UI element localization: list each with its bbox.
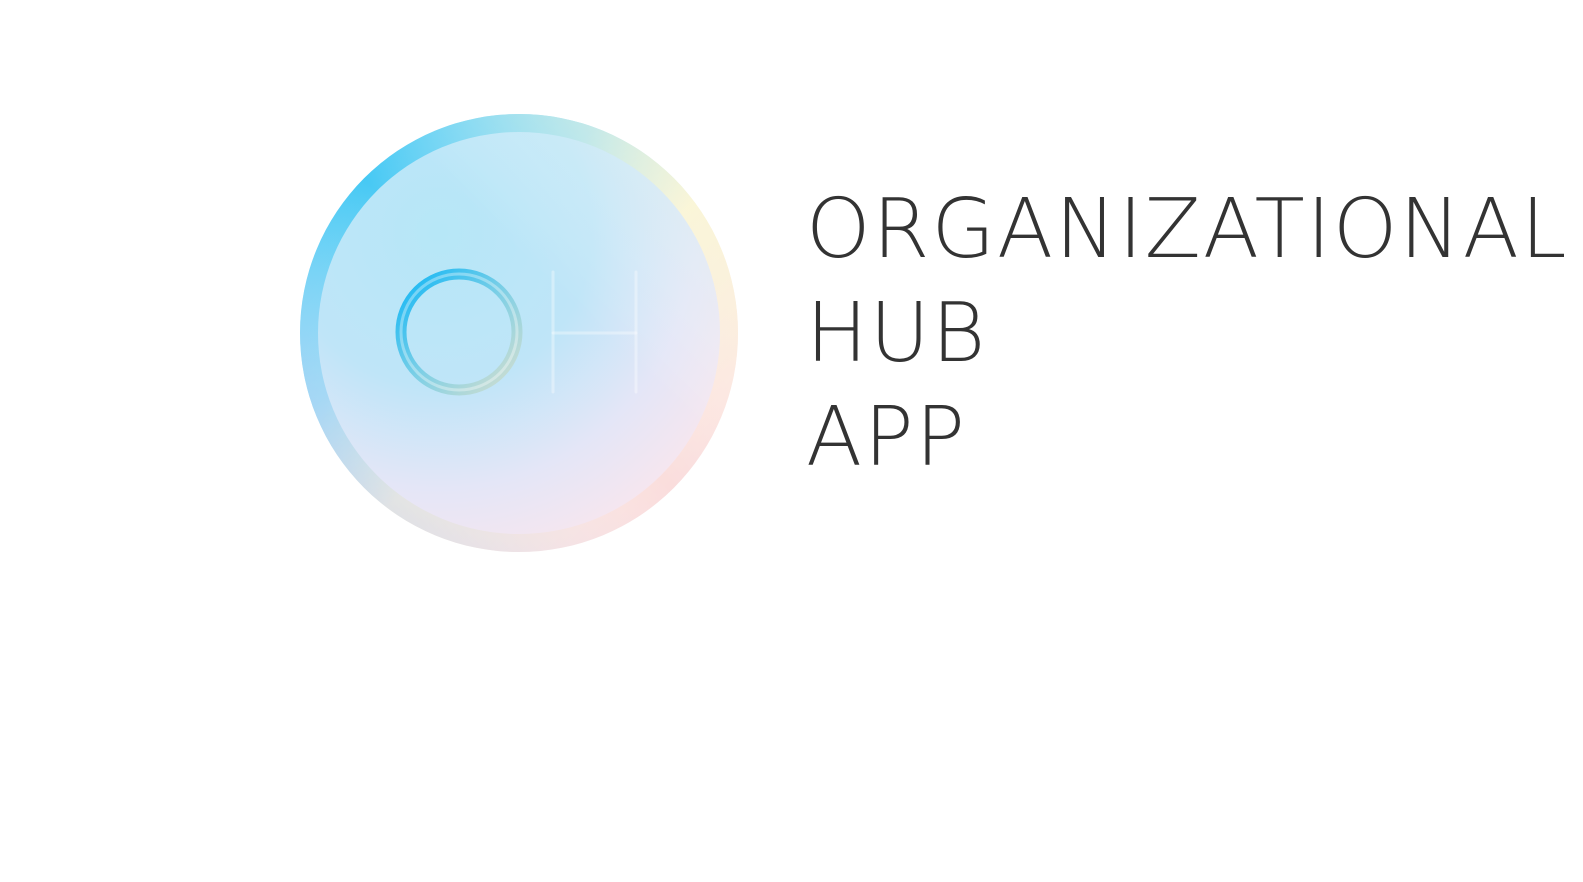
wordmark-line-hub: HUB bbox=[806, 286, 988, 381]
app-name-wordmark: ORGANIZATIONAL HUB APP bbox=[806, 178, 1569, 490]
wordmark-line-organizational: ORGANIZATIONAL bbox=[806, 182, 1569, 277]
oh-logo-icon bbox=[300, 114, 738, 552]
oh-logo-badge bbox=[300, 114, 738, 552]
wordmark-line-app: APP bbox=[806, 390, 967, 485]
splash-screen: ORGANIZATIONAL HUB APP bbox=[0, 0, 1583, 882]
